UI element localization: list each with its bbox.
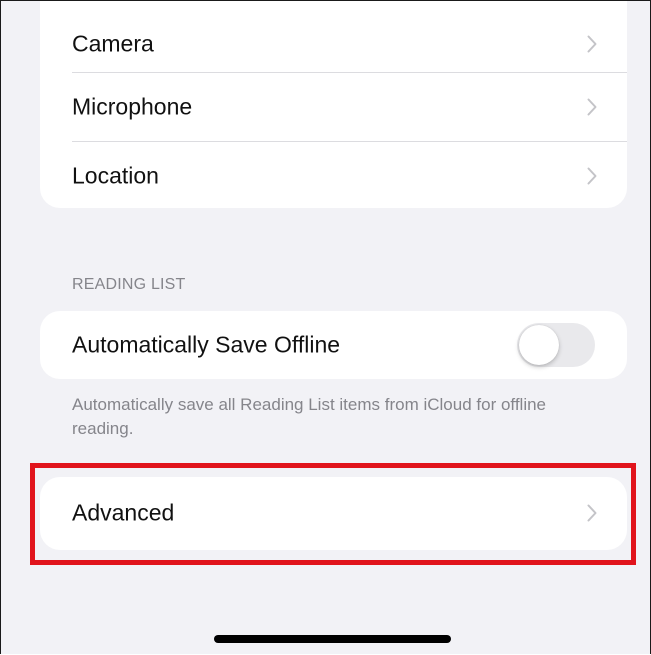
- site-permissions-group: Camera Microphone Location: [40, 1, 627, 210]
- camera-label: Camera: [72, 30, 154, 57]
- settings-screen: Camera Microphone Location READING LIST …: [0, 0, 651, 654]
- chevron-right-icon: [587, 35, 597, 53]
- toggle-knob: [519, 325, 559, 365]
- auto-save-offline-toggle[interactable]: [517, 323, 595, 367]
- advanced-highlight-box: [30, 463, 636, 565]
- home-indicator[interactable]: [214, 635, 451, 643]
- microphone-label: Microphone: [72, 93, 193, 120]
- camera-row[interactable]: Camera: [40, 10, 627, 78]
- chevron-right-icon: [587, 167, 597, 185]
- auto-save-offline-label: Automatically Save Offline: [72, 331, 341, 358]
- chevron-right-icon: [587, 98, 597, 116]
- reading-list-header: READING LIST: [72, 276, 186, 293]
- location-label: Location: [72, 162, 159, 189]
- auto-save-offline-row: Automatically Save Offline: [40, 311, 627, 379]
- reading-list-footer: Automatically save all Reading List item…: [72, 395, 547, 438]
- reading-list-group: Automatically Save Offline: [40, 311, 627, 379]
- microphone-row[interactable]: Microphone: [40, 73, 627, 141]
- location-row[interactable]: Location: [40, 142, 627, 210]
